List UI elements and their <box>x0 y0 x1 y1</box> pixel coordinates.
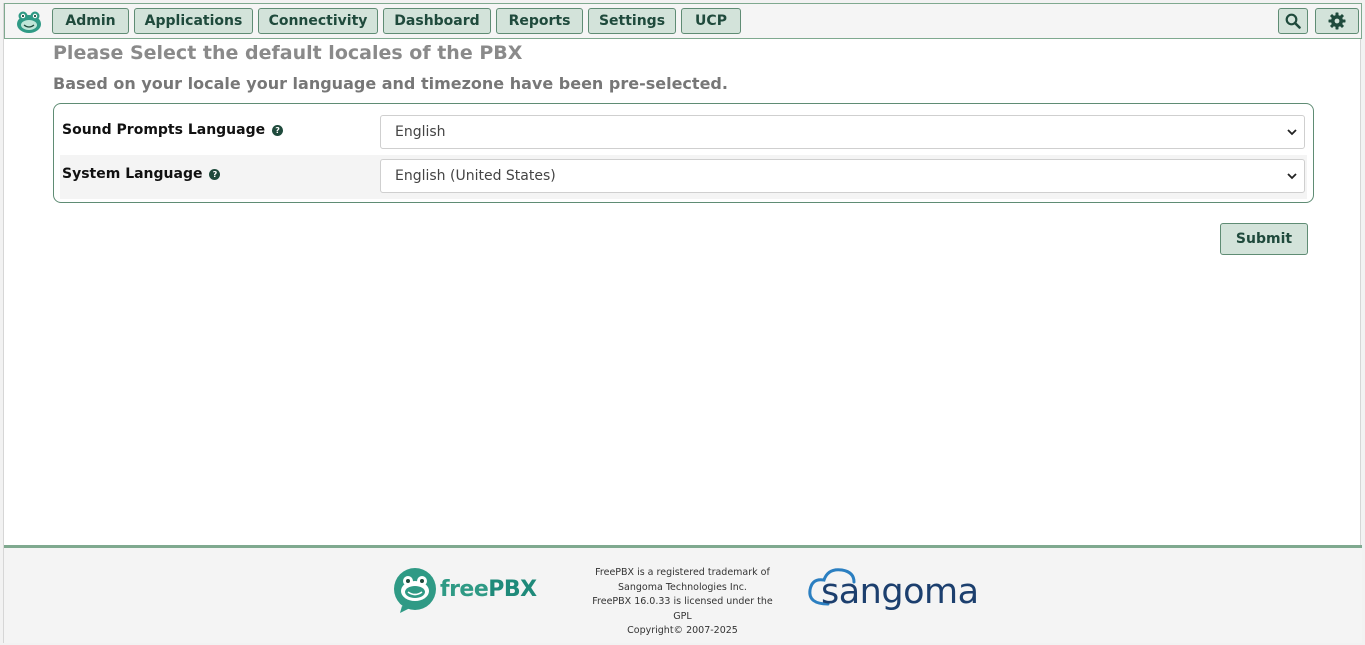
legal-line: Sangoma Technologies Inc. <box>618 581 747 593</box>
gear-icon <box>1328 12 1346 30</box>
page-subtitle: Based on your locale your language and t… <box>53 74 728 93</box>
freepbx-wordmark: freePBX <box>440 577 537 602</box>
chevron-down-icon <box>1287 173 1297 180</box>
sound-prompts-row: Sound Prompts Language ? English <box>60 111 1307 155</box>
sound-prompts-label: Sound Prompts Language <box>62 122 266 138</box>
freepbx-wordmark-free: free <box>440 577 489 602</box>
legal-line: FreePBX is a registered trademark of <box>595 567 770 578</box>
nav-settings-button[interactable]: Settings <box>588 8 676 34</box>
system-language-label-wrap: System Language ? <box>62 166 221 182</box>
submit-button[interactable]: Submit <box>1220 223 1308 255</box>
freepbx-wordmark-pbx: PBX <box>488 577 537 602</box>
legal-line: GPL <box>673 610 692 622</box>
nav-connectivity-button[interactable]: Connectivity <box>258 8 378 34</box>
nav-admin-button[interactable]: Admin <box>52 8 129 34</box>
nav-reports-button[interactable]: Reports <box>496 8 583 34</box>
top-navbar: Admin Applications Connectivity Dashboar… <box>4 3 1362 39</box>
system-language-select[interactable]: English (United States) <box>380 159 1305 193</box>
chevron-down-icon <box>1287 129 1297 136</box>
system-language-label: System Language <box>62 166 203 182</box>
nav-ucp-button[interactable]: UCP <box>681 8 741 34</box>
legal-line: Copyright© 2007-2025 <box>627 625 738 636</box>
locale-form-panel: Sound Prompts Language ? English System … <box>53 103 1314 203</box>
search-button[interactable] <box>1278 8 1308 34</box>
search-icon <box>1285 13 1301 29</box>
page-title: Please Select the default locales of the… <box>53 42 523 64</box>
nav-applications-button[interactable]: Applications <box>134 8 253 34</box>
sound-prompts-language-select[interactable]: English <box>380 115 1305 149</box>
nav-dashboard-button[interactable]: Dashboard <box>383 8 491 34</box>
sangoma-wordmark: sangoma <box>821 572 979 612</box>
freepbx-frog-logo-icon[interactable] <box>15 8 43 36</box>
system-language-selected-value: English (United States) <box>395 168 556 184</box>
help-icon[interactable]: ? <box>209 168 221 180</box>
legal-line: FreePBX 16.0.33 is licensed under the <box>592 596 773 607</box>
help-icon[interactable]: ? <box>272 124 284 136</box>
sound-prompts-label-wrap: Sound Prompts Language ? <box>62 122 284 138</box>
sound-prompts-selected-value: English <box>395 124 446 140</box>
settings-gear-button[interactable] <box>1315 8 1359 34</box>
footer-legal-text: FreePBX is a registered trademark of San… <box>590 566 775 639</box>
system-language-row: System Language ? English (United States… <box>60 155 1307 199</box>
